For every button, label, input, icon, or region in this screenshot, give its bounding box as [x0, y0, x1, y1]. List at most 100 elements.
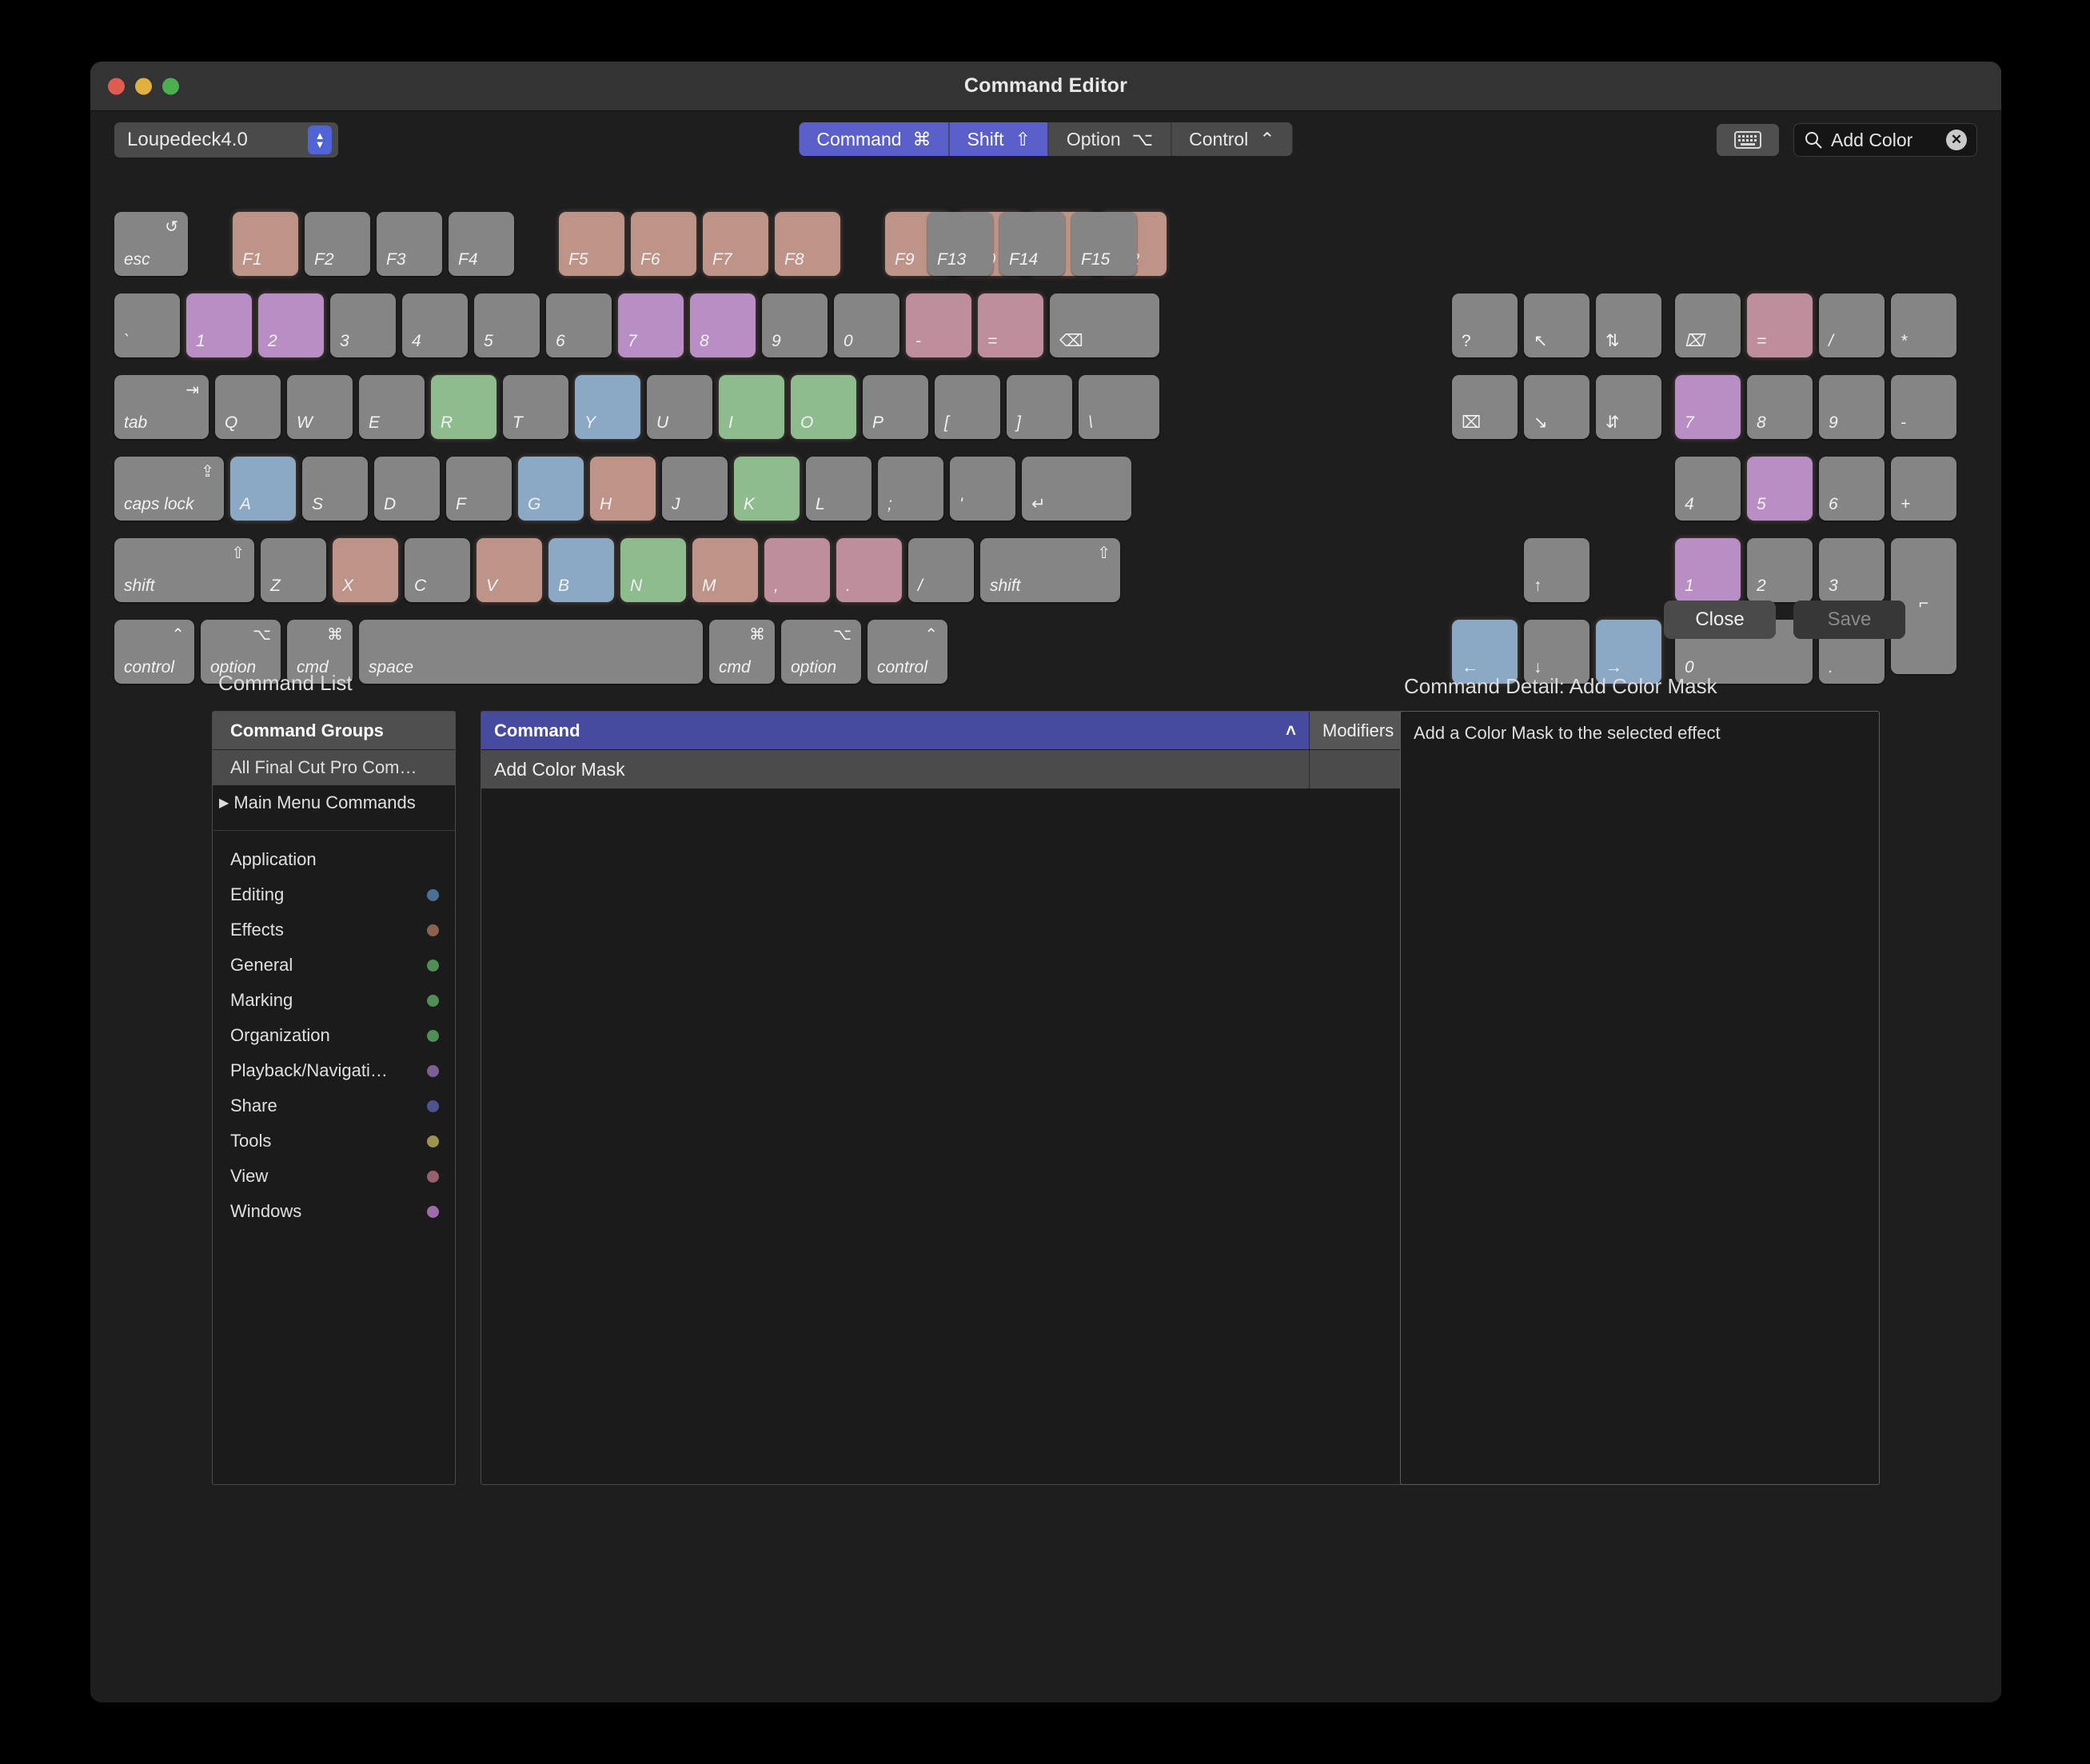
search-field[interactable]: Add Color ✕ — [1793, 123, 1977, 157]
key-[interactable]: ⌧ — [1675, 293, 1741, 357]
key-N[interactable]: N — [620, 538, 686, 602]
key-[interactable]: / — [908, 538, 974, 602]
category-item-playback-navigati[interactable]: Playback/Navigati… — [213, 1053, 455, 1088]
key-arrow-up[interactable]: ↑ — [1524, 538, 1589, 602]
key-C[interactable]: C — [405, 538, 470, 602]
key-9[interactable]: 9 — [762, 293, 828, 357]
category-item-organization[interactable]: Organization — [213, 1018, 455, 1053]
key-F5[interactable]: F5 — [559, 212, 624, 276]
key-[interactable]: \ — [1079, 375, 1159, 439]
category-item-application[interactable]: Application — [213, 842, 455, 877]
save-button[interactable]: Save — [1793, 601, 1905, 639]
column-header-command[interactable]: Command ˄ — [481, 712, 1310, 749]
category-item-general[interactable]: General — [213, 948, 455, 983]
clear-search-icon[interactable]: ✕ — [1946, 130, 1967, 150]
key-[interactable]: ] — [1007, 375, 1072, 439]
modifier-shift[interactable]: Shift ⇧ — [950, 122, 1049, 156]
key-[interactable]: ` — [114, 293, 180, 357]
key-4[interactable]: 4 — [402, 293, 468, 357]
key-F8[interactable]: F8 — [775, 212, 840, 276]
minimize-window-icon[interactable] — [135, 78, 152, 94]
key-3[interactable]: 3 — [330, 293, 396, 357]
zoom-window-icon[interactable] — [162, 78, 179, 94]
category-item-tools[interactable]: Tools — [213, 1123, 455, 1159]
modifier-command[interactable]: Command ⌘ — [799, 122, 949, 156]
category-item-view[interactable]: View — [213, 1159, 455, 1194]
key-[interactable]: , — [764, 538, 830, 602]
group-item-main-menu-commands[interactable]: ▶ Main Menu Commands — [213, 785, 455, 820]
key-[interactable]: ⇵ — [1596, 375, 1661, 439]
key-2[interactable]: 2 — [1747, 538, 1813, 602]
key-F13[interactable]: F13 — [927, 212, 993, 276]
key-F15[interactable]: F15 — [1071, 212, 1137, 276]
key-[interactable]: * — [1891, 293, 1956, 357]
disclosure-triangle-icon[interactable]: ▶ — [219, 795, 229, 811]
key-control[interactable]: ⌃control — [868, 620, 947, 684]
group-item-all-final-cut-pro-commands[interactable]: All Final Cut Pro Com… — [213, 750, 455, 785]
keyboard-layout-button[interactable] — [1717, 124, 1779, 156]
key-U[interactable]: U — [647, 375, 712, 439]
key-F1[interactable]: F1 — [233, 212, 298, 276]
key-option[interactable]: ⌥option — [781, 620, 861, 684]
key-H[interactable]: H — [590, 457, 656, 521]
key-[interactable]: ⌧ — [1452, 375, 1518, 439]
key-F2[interactable]: F2 — [305, 212, 370, 276]
key-F6[interactable]: F6 — [631, 212, 696, 276]
key-R[interactable]: R — [431, 375, 497, 439]
key-A[interactable]: A — [230, 457, 296, 521]
key-[interactable]: [ — [935, 375, 1000, 439]
key-B[interactable]: B — [548, 538, 614, 602]
key-shift[interactable]: ⇧shift — [114, 538, 254, 602]
key-3[interactable]: 3 — [1819, 538, 1885, 602]
key-K[interactable]: K — [734, 457, 800, 521]
key-2[interactable]: 2 — [258, 293, 324, 357]
preset-select[interactable]: Loupedeck4.0 ▲▼ — [114, 122, 338, 158]
key-V[interactable]: V — [477, 538, 542, 602]
key-Q[interactable]: Q — [215, 375, 281, 439]
key-4[interactable]: 4 — [1675, 457, 1741, 521]
key-shift[interactable]: ⇧shift — [980, 538, 1120, 602]
key-[interactable]: = — [978, 293, 1043, 357]
key-T[interactable]: T — [503, 375, 568, 439]
key-P[interactable]: P — [863, 375, 928, 439]
key-[interactable]: ↘ — [1524, 375, 1589, 439]
key-X[interactable]: X — [333, 538, 398, 602]
key-[interactable]: = — [1747, 293, 1813, 357]
key-F4[interactable]: F4 — [449, 212, 514, 276]
key-[interactable]: . — [836, 538, 902, 602]
key-[interactable]: / — [1819, 293, 1885, 357]
modifier-control[interactable]: Control ⌃ — [1171, 122, 1292, 156]
key-F[interactable]: F — [446, 457, 512, 521]
key-6[interactable]: 6 — [546, 293, 612, 357]
key-O[interactable]: O — [791, 375, 856, 439]
key-cmd[interactable]: ⌘cmd — [709, 620, 775, 684]
key-capslock[interactable]: ⇪caps lock — [114, 457, 224, 521]
key-6[interactable]: 6 — [1819, 457, 1885, 521]
key-1[interactable]: 1 — [1675, 538, 1741, 602]
key-[interactable]: + — [1891, 457, 1956, 521]
key-[interactable]: - — [906, 293, 971, 357]
key-[interactable]: - — [1891, 375, 1956, 439]
key-8[interactable]: 8 — [690, 293, 756, 357]
key-Y[interactable]: Y — [575, 375, 640, 439]
key-[interactable]: ↵ — [1022, 457, 1131, 521]
key-7[interactable]: 7 — [1675, 375, 1741, 439]
key-1[interactable]: 1 — [186, 293, 252, 357]
key-8[interactable]: 8 — [1747, 375, 1813, 439]
key-F3[interactable]: F3 — [377, 212, 442, 276]
category-item-editing[interactable]: Editing — [213, 877, 455, 912]
key-[interactable]: ⇅ — [1596, 293, 1661, 357]
key-M[interactable]: M — [692, 538, 758, 602]
key-G[interactable]: G — [518, 457, 584, 521]
table-row[interactable]: Add Color Mask — [481, 750, 1506, 788]
close-button[interactable]: Close — [1664, 601, 1776, 639]
key-F7[interactable]: F7 — [703, 212, 768, 276]
key-5[interactable]: 5 — [1747, 457, 1813, 521]
key-control[interactable]: ⌃control — [114, 620, 194, 684]
category-item-effects[interactable]: Effects — [213, 912, 455, 948]
key-E[interactable]: E — [359, 375, 425, 439]
key-[interactable]: ? — [1452, 293, 1518, 357]
key-tab[interactable]: ⇥tab — [114, 375, 209, 439]
key-J[interactable]: J — [662, 457, 728, 521]
key-I[interactable]: I — [719, 375, 784, 439]
